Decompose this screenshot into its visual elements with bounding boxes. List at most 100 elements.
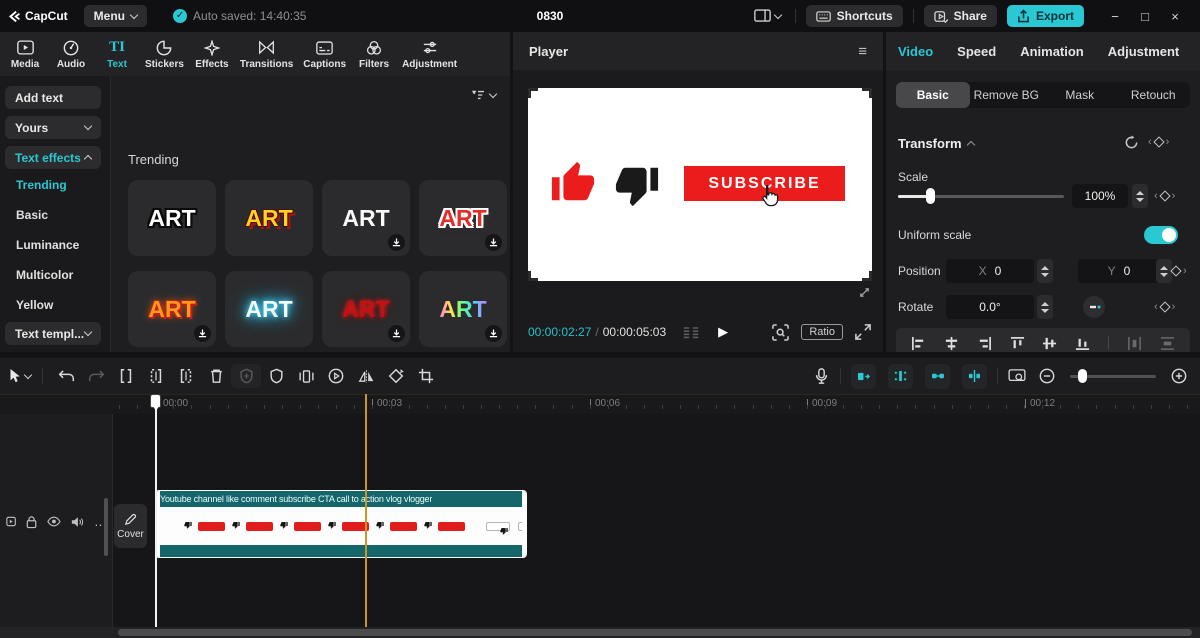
canvas-resize-icon[interactable]: [858, 286, 871, 299]
tab-audio[interactable]: Audio: [48, 32, 94, 76]
tab-animation[interactable]: Animation: [1020, 44, 1084, 59]
record-voiceover-button[interactable]: [806, 364, 836, 388]
scale-value-field[interactable]: 100%: [1072, 184, 1128, 208]
shortcuts-button[interactable]: Shortcuts: [805, 5, 903, 27]
effect-thumbnail[interactable]: ART: [225, 180, 313, 256]
focus-zoom-icon[interactable]: [772, 323, 790, 341]
playhead-handle[interactable]: [150, 394, 161, 411]
rotate-dial[interactable]: [1082, 295, 1106, 319]
split-button[interactable]: [111, 364, 141, 388]
effect-thumbnail[interactable]: ART: [128, 271, 216, 347]
share-button[interactable]: Share: [923, 5, 997, 27]
align-center-vertical-icon[interactable]: [1042, 336, 1057, 351]
delete-right-button[interactable]: [171, 364, 201, 388]
speed-button[interactable]: [321, 364, 351, 388]
scale-slider[interactable]: [898, 188, 1064, 204]
redo-button[interactable]: [81, 364, 111, 388]
rotate-stepper[interactable]: [1037, 295, 1053, 319]
sidebar-item-trending[interactable]: Trending: [16, 178, 67, 192]
add-text-button[interactable]: Add text: [5, 86, 101, 109]
position-x-field[interactable]: X 0: [946, 259, 1034, 283]
tab-transitions[interactable]: Transitions: [235, 32, 298, 76]
zoom-out-button[interactable]: [1032, 364, 1062, 388]
auto-snapping-toggle[interactable]: [888, 363, 913, 389]
mute-track-icon[interactable]: [71, 516, 84, 528]
mirror-button[interactable]: [291, 364, 321, 388]
ratio-button[interactable]: Ratio: [801, 324, 843, 340]
tab-filters[interactable]: Filters: [351, 32, 397, 76]
timeline-tracks-area[interactable]: … Cover Youtube channel like comment sub…: [0, 414, 1200, 627]
distribute-vertical-icon[interactable]: [1160, 336, 1175, 351]
uniform-scale-toggle[interactable]: [1144, 226, 1178, 244]
yours-section-button[interactable]: Yours: [5, 116, 101, 139]
zoom-slider-handle[interactable]: [1078, 368, 1087, 383]
select-tool-button[interactable]: [0, 364, 38, 388]
tab-stickers[interactable]: Stickers: [140, 32, 189, 76]
tab-media[interactable]: Media: [2, 32, 48, 76]
sidebar-item-basic[interactable]: Basic: [16, 208, 48, 222]
shield-button[interactable]: [261, 364, 291, 388]
filter-button[interactable]: [471, 89, 498, 101]
subtab-basic[interactable]: Basic: [896, 82, 970, 108]
main-track-magnetic-toggle[interactable]: [851, 363, 876, 389]
play-button[interactable]: ▶: [718, 324, 728, 340]
text-clip[interactable]: Youtube channel like comment subscribe C…: [155, 490, 527, 558]
align-right-icon[interactable]: [977, 336, 992, 351]
effect-thumbnail[interactable]: ART: [225, 271, 313, 347]
close-button[interactable]: ×: [1160, 9, 1190, 24]
align-left-icon[interactable]: [911, 336, 926, 351]
transform-keyframe-control[interactable]: ‹ ›: [1148, 136, 1169, 148]
position-y-field[interactable]: Y 0: [1078, 259, 1160, 283]
scale-keyframe-control[interactable]: ‹ ›: [1154, 190, 1175, 202]
position-x-stepper[interactable]: [1037, 259, 1053, 283]
position-keyframe-control[interactable]: ›: [1170, 265, 1187, 277]
tab-text[interactable]: TI Text: [94, 32, 140, 76]
tab-effects[interactable]: Effects: [189, 32, 235, 76]
align-top-icon[interactable]: [1010, 336, 1025, 351]
rotate-button[interactable]: [381, 364, 411, 388]
flip-button[interactable]: [351, 364, 381, 388]
minimize-button[interactable]: −: [1100, 9, 1130, 24]
subtab-retouch[interactable]: Retouch: [1117, 82, 1191, 108]
effect-thumbnail[interactable]: ART: [419, 180, 507, 256]
hide-track-icon[interactable]: [47, 516, 61, 527]
rotate-value-field[interactable]: 0.0°: [946, 295, 1034, 319]
player-menu-icon[interactable]: ≡: [858, 43, 867, 60]
menu-button[interactable]: Menu: [83, 5, 148, 27]
layout-switch-button[interactable]: [750, 9, 785, 23]
collapse-icon[interactable]: [966, 140, 975, 150]
render-preview-button[interactable]: [1002, 364, 1032, 388]
cover-button[interactable]: Cover: [114, 504, 147, 548]
export-button[interactable]: Export: [1006, 5, 1084, 27]
timeline-zoom-slider[interactable]: [1070, 368, 1156, 383]
sidebar-item-luminance[interactable]: Luminance: [16, 238, 79, 252]
delete-button[interactable]: [201, 364, 231, 388]
distribute-horizontal-icon[interactable]: [1127, 336, 1142, 351]
lock-track-icon[interactable]: [26, 515, 37, 529]
delete-left-button[interactable]: [141, 364, 171, 388]
timeline-ruler[interactable]: 00:00 00:03 00:06 00:09 00:12: [0, 394, 1200, 414]
crop-button[interactable]: [411, 364, 441, 388]
scale-stepper[interactable]: [1132, 184, 1148, 208]
sidebar-item-yellow[interactable]: Yellow: [16, 298, 53, 312]
sidebar-item-multicolor[interactable]: Multicolor: [16, 268, 73, 282]
frame-view-icon[interactable]: [682, 326, 700, 339]
text-templates-section-button[interactable]: Text templ...: [5, 322, 101, 345]
tab-speed[interactable]: Speed: [957, 44, 996, 59]
tab-captions[interactable]: Captions: [298, 32, 351, 76]
subtab-mask[interactable]: Mask: [1043, 82, 1117, 108]
clip-trim-handle-right[interactable]: [522, 491, 526, 557]
tab-adjustment[interactable]: Adjustment: [397, 32, 462, 76]
undo-button[interactable]: [51, 364, 81, 388]
maximize-button[interactable]: □: [1130, 9, 1160, 24]
scale-slider-handle[interactable]: [926, 188, 935, 204]
subtab-remove-bg[interactable]: Remove BG: [970, 82, 1044, 108]
effect-thumbnail[interactable]: ART: [419, 271, 507, 347]
effect-thumbnail[interactable]: ART: [322, 180, 410, 256]
effect-thumbnail[interactable]: ART: [128, 180, 216, 256]
horizontal-scrollbar[interactable]: [118, 629, 1192, 636]
effect-thumbnail[interactable]: ART: [322, 271, 410, 347]
playhead[interactable]: [155, 394, 157, 627]
reset-transform-icon[interactable]: [1124, 135, 1139, 150]
align-center-horizontal-icon[interactable]: [944, 336, 959, 351]
